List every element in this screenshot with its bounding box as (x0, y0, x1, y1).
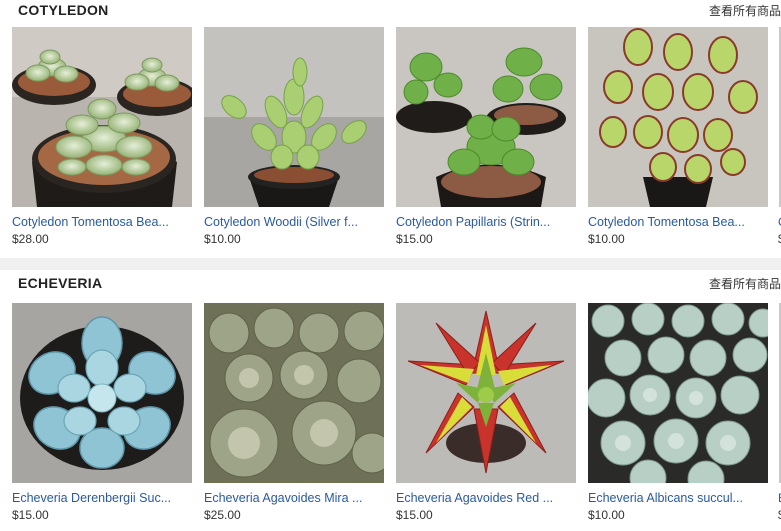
product-title[interactable]: Cotyledon Woodii (Silver f... (204, 215, 384, 229)
product-price: $15.00 (396, 232, 433, 246)
product-price: $10.00 (204, 232, 241, 246)
section-echeveria: ECHEVERIA 查看所有商品 Echeveria Derenbergii S… (0, 270, 781, 531)
product-image[interactable] (588, 303, 768, 483)
product-price: $25.00 (204, 508, 241, 522)
product-image[interactable] (396, 27, 576, 207)
product-image[interactable] (12, 303, 192, 483)
product-title[interactable]: Echeveria Agavoides Red ... (396, 491, 576, 505)
section-header: ECHEVERIA 查看所有商品 (0, 273, 781, 297)
section-cotyledon: COTYLEDON 查看所有商品 Cotyledon Tomentosa Bea… (0, 0, 781, 258)
product-title[interactable]: Cotyledon Tomentosa Bea... (588, 215, 768, 229)
section-title: COTYLEDON (18, 2, 109, 18)
product-image[interactable] (12, 27, 192, 207)
product-title[interactable]: Echeveria Agavoides Mira ... (204, 491, 384, 505)
product-image[interactable] (588, 27, 768, 207)
product-price: $15.00 (396, 508, 433, 522)
product-title[interactable]: Echeveria Derenbergii Suc... (12, 491, 192, 505)
product-image[interactable] (396, 303, 576, 483)
view-all-link[interactable]: 查看所有商品 (709, 275, 781, 292)
section-header: COTYLEDON 查看所有商品 (0, 0, 781, 24)
product-image[interactable] (204, 303, 384, 483)
section-title: ECHEVERIA (18, 275, 103, 291)
product-price: $10.00 (588, 508, 625, 522)
product-price: $15.00 (12, 508, 49, 522)
product-image[interactable] (204, 27, 384, 207)
product-price: $28.00 (12, 232, 49, 246)
product-title[interactable]: Cotyledon Tomentosa Bea... (12, 215, 192, 229)
product-price: $10.00 (588, 232, 625, 246)
product-title[interactable]: Echeveria Albicans succul... (588, 491, 768, 505)
view-all-link[interactable]: 查看所有商品 (709, 2, 781, 19)
product-title[interactable]: Cotyledon Papillaris (Strin... (396, 215, 576, 229)
